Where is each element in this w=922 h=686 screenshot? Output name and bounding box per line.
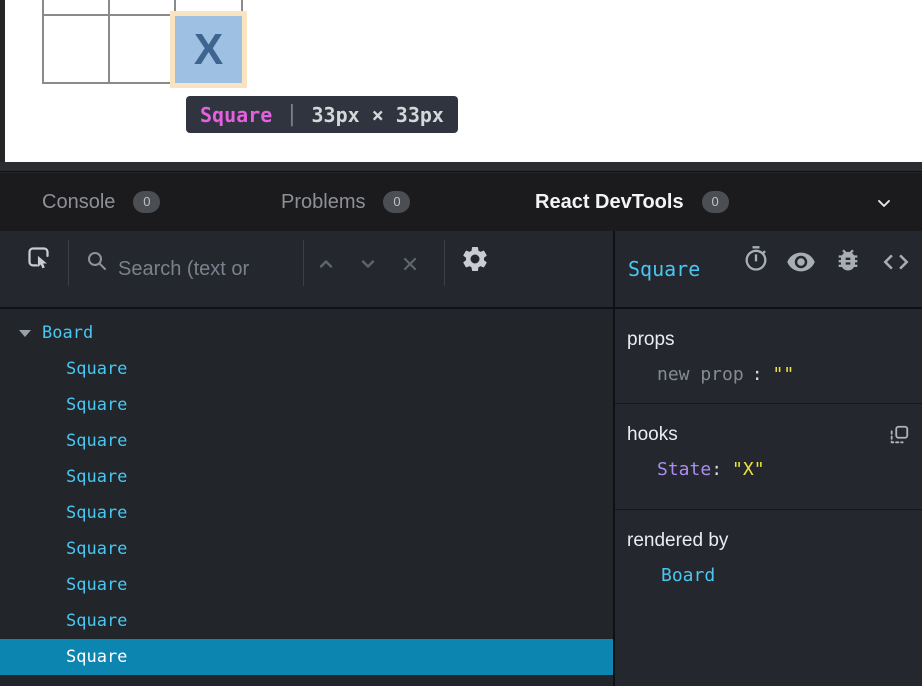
board-square-highlighted[interactable]: X [175, 16, 242, 83]
tab-react-devtools-badge: 0 [702, 191, 729, 213]
toolbar-divider [68, 240, 69, 286]
props-section: props new prop : "" [615, 309, 922, 404]
board-gridline [108, 0, 110, 84]
tree-item-label: Square [66, 503, 127, 523]
tab-problems-label: Problems [281, 191, 365, 214]
devtools-tab-bar: Console 0 Problems 0 React DevTools 0 [0, 173, 922, 231]
stopwatch-icon[interactable] [742, 245, 770, 273]
tab-console[interactable]: Console 0 [42, 173, 160, 231]
colon: : [752, 364, 763, 385]
rendered-by-title: rendered by [627, 530, 910, 552]
chevron-up-icon[interactable] [314, 252, 338, 276]
tree-item-label: Square [66, 431, 127, 451]
bug-icon[interactable] [834, 246, 862, 274]
chevron-expanded-icon[interactable] [19, 330, 31, 337]
tab-react-devtools[interactable]: React DevTools 0 [535, 173, 729, 231]
inspect-tooltip: Square | 33px × 33px [186, 96, 458, 133]
tab-problems-badge: 0 [383, 191, 410, 213]
tooltip-separator: | [285, 102, 298, 127]
hook-parse-icon[interactable] [888, 424, 910, 446]
new-prop-input[interactable]: new prop [657, 364, 744, 385]
tree-item-square-selected[interactable]: Square [0, 639, 613, 675]
tree-item-label: Square [66, 539, 127, 559]
devtools-top-edge [0, 162, 922, 172]
tree-item-label: Board [42, 323, 93, 343]
tree-item-board[interactable]: Board [0, 315, 613, 351]
tab-problems[interactable]: Problems 0 [281, 173, 410, 231]
tree-item-square[interactable]: Square [0, 459, 613, 495]
toolbar-divider [303, 240, 304, 286]
react-devtools-toolbar: Square [0, 231, 922, 309]
tree-item-label: Square [66, 575, 127, 595]
chevron-down-icon[interactable] [356, 252, 380, 276]
tooltip-component-name: Square [200, 103, 272, 127]
gear-icon[interactable] [460, 244, 490, 274]
tree-item-label: Square [66, 395, 127, 415]
rendered-by-owner-link[interactable]: Board [661, 565, 910, 586]
tree-item-square[interactable]: Square [0, 423, 613, 459]
hook-state-row[interactable]: State : "X" [657, 459, 910, 480]
toolbar-divider [444, 240, 445, 286]
tab-react-devtools-label: React DevTools [535, 191, 684, 214]
inspect-element-icon[interactable] [25, 244, 52, 271]
colon: : [711, 459, 722, 480]
tree-item-label: Square [66, 359, 127, 379]
tree-item-label: Square [66, 647, 127, 667]
tree-item-square[interactable]: Square [0, 603, 613, 639]
page-viewport: X Square | 33px × 33px [0, 0, 922, 162]
new-prop-row[interactable]: new prop : "" [657, 364, 910, 385]
close-icon[interactable] [398, 252, 422, 276]
devtools-window: X Square | 33px × 33px Console 0 Problem… [0, 0, 922, 686]
hook-value[interactable]: "X" [732, 459, 765, 480]
eye-icon[interactable] [786, 247, 816, 277]
board-gridline [42, 0, 44, 84]
tree-item-label: Square [66, 611, 127, 631]
tree-item-label: Square [66, 467, 127, 487]
search-input[interactable] [118, 249, 298, 289]
tab-console-badge: 0 [133, 191, 160, 213]
selected-component-name: Square [628, 257, 700, 281]
tree-item-square[interactable]: Square [0, 531, 613, 567]
tab-console-label: Console [42, 191, 115, 214]
square-value: X [194, 25, 223, 75]
chevron-down-icon[interactable] [874, 193, 894, 213]
hook-name: State [657, 459, 711, 480]
search-icon [85, 249, 109, 273]
component-tree: Board Square Square Square Square Square… [0, 309, 613, 686]
rendered-by-section: rendered by Board [615, 510, 922, 686]
window-edge [0, 0, 5, 162]
hooks-title: hooks [627, 424, 678, 446]
hooks-section: hooks State : "X" [615, 404, 922, 510]
tree-item-square[interactable]: Square [0, 495, 613, 531]
component-details: props new prop : "" hooks State : [615, 309, 922, 686]
code-icon[interactable] [881, 247, 911, 277]
tree-item-square[interactable]: Square [0, 567, 613, 603]
prop-value[interactable]: "" [773, 364, 795, 385]
props-title: props [627, 329, 910, 351]
tree-item-square[interactable]: Square [0, 351, 613, 387]
tree-item-square[interactable]: Square [0, 387, 613, 423]
tooltip-dimensions: 33px × 33px [312, 103, 444, 127]
